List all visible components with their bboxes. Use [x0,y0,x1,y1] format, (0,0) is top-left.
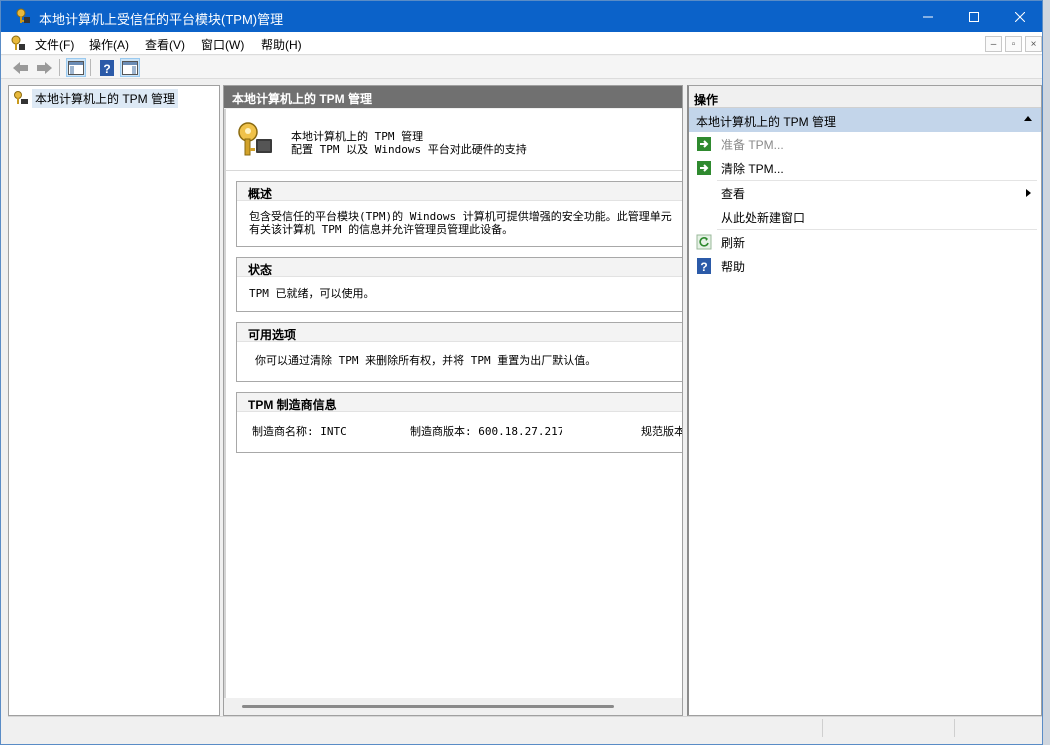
back-arrow-icon [13,61,28,74]
child-minimize-button[interactable]: – [985,36,1002,52]
tpm-key-icon [16,8,30,23]
status-text: TPM 已就绪，可以使用。 [249,287,375,300]
submenu-arrow-icon [1026,189,1031,197]
overview-line: 有关该计算机 TPM 的信息并允许管理员管理此设备。 [249,223,514,236]
action-prepare-tpm[interactable]: 准备 TPM... [693,132,1037,156]
action-label: 清除 TPM... [721,161,784,176]
menu-window[interactable]: 窗口(W) [201,36,244,53]
help-button[interactable]: ? [97,58,117,77]
green-arrow-icon [697,137,711,151]
manufacturer-name: 制造商名称: INTC [252,425,347,438]
action-label: 准备 TPM... [721,137,784,152]
section-title: 可用选项 [237,323,682,342]
action-label: 从此处新建窗口 [721,210,806,225]
title-bar[interactable]: 本地计算机上受信任的平台模块(TPM)管理 [1,1,1042,32]
result-pane: 本地计算机上的 TPM 管理 本地计算机上的 TPM 管理 配置 TPM 以及 … [223,85,683,716]
manufacturer-version: 制造商版本: 600.18.27.2176 [410,425,562,438]
action-help[interactable]: ? 帮助 [693,254,1037,278]
action-clear-tpm[interactable]: 清除 TPM... [693,156,1037,180]
action-new-window[interactable]: 从此处新建窗口 [693,205,1037,229]
overview-section: 概述 包含受信任的平台模块(TPM)的 Windows 计算机可提供增强的安全功… [236,181,682,247]
close-icon [1015,11,1025,22]
svg-text:?: ? [103,62,110,76]
section-body: 包含受信任的平台模块(TPM)的 Windows 计算机可提供增强的安全功能。此… [237,201,682,240]
forward-button[interactable] [34,58,54,77]
options-text: 你可以通过清除 TPM 来删除所有权，并将 TPM 重置为出厂默认值。 [255,354,597,367]
menu-help[interactable]: 帮助(H) [261,36,302,53]
actions-header: 操作 [689,86,1041,108]
tpm-key-icon[interactable] [10,35,26,51]
minimize-button[interactable] [905,1,951,32]
restore-icon: ▫ [1011,38,1016,50]
available-options-section: 可用选项 你可以通过清除 TPM 来删除所有权，并将 TPM 重置为出厂默认值。 [236,322,682,382]
result-pane-body: 本地计算机上的 TPM 管理 配置 TPM 以及 Windows 平台对此硬件的… [224,109,682,698]
blank-icon [696,209,712,225]
section-body: 制造商名称: INTC 制造商版本: 600.18.27.2176 规范版本 [237,412,682,450]
intro-banner: 本地计算机上的 TPM 管理 配置 TPM 以及 Windows 平台对此硬件的… [226,109,682,171]
actions-group-label: 本地计算机上的 TPM 管理 [696,115,836,129]
result-pane-header: 本地计算机上的 TPM 管理 [224,86,682,108]
status-bar [8,716,1042,738]
toolbar-separator [90,59,91,76]
actions-pane: 操作 本地计算机上的 TPM 管理 准备 TPM... 清除 TPM... 查看… [687,85,1042,716]
status-section: 状态 TPM 已就绪，可以使用。 [236,257,682,312]
mmc-window: 本地计算机上受信任的平台模块(TPM)管理 文件(F) 操作(A) 查看(V) … [0,0,1043,745]
manufacturer-info-section: TPM 制造商信息 制造商名称: INTC 制造商版本: 600.18.27.2… [236,392,682,453]
refresh-icon [696,234,712,250]
intro-description: 配置 TPM 以及 Windows 平台对此硬件的支持 [291,143,527,156]
action-view[interactable]: 查看 [693,181,1037,205]
action-label: 查看 [721,186,746,201]
back-button[interactable] [11,58,31,77]
action-refresh[interactable]: 刷新 [693,230,1037,254]
section-title: TPM 制造商信息 [237,393,682,412]
toolbar: ? [1,56,1042,79]
forward-arrow-icon [37,61,52,74]
actions-group-header[interactable]: 本地计算机上的 TPM 管理 [689,108,1041,132]
menu-bar: 文件(F) 操作(A) 查看(V) 窗口(W) 帮助(H) – ▫ × [1,32,1042,55]
section-title: 状态 [237,258,682,277]
help-icon: ? [697,258,711,274]
show-hide-action-pane-icon [122,60,138,75]
svg-text:?: ? [700,260,707,274]
help-icon: ? [100,59,114,76]
tpm-chip-key-icon [238,122,272,156]
menu-action[interactable]: 操作(A) [89,36,129,53]
child-close-button[interactable]: × [1025,36,1042,52]
child-restore-button[interactable]: ▫ [1005,36,1022,52]
action-label: 帮助 [721,259,746,274]
close-icon: × [1030,38,1037,50]
scrollbar-thumb[interactable] [242,705,614,708]
section-title: 概述 [237,182,682,201]
console-tree: 本地计算机上的 TPM 管理 [8,85,220,716]
action-label: 刷新 [721,235,746,250]
maximize-icon [969,11,979,22]
green-arrow-icon [697,161,711,175]
show-hide-action-pane-button[interactable] [120,58,140,77]
menu-view[interactable]: 查看(V) [145,36,185,53]
tpm-key-icon [14,91,28,104]
menu-file[interactable]: 文件(F) [35,36,74,53]
status-cell-divider [822,719,823,737]
horizontal-scrollbar[interactable] [224,698,682,715]
show-hide-tree-button[interactable] [66,58,86,77]
tree-node-tpm-management[interactable]: 本地计算机上的 TPM 管理 [13,88,178,108]
blank-icon [696,185,712,201]
status-cell-divider [954,719,955,737]
overview-line: 包含受信任的平台模块(TPM)的 Windows 计算机可提供增强的安全功能。此… [249,210,672,223]
toolbar-separator [59,59,60,76]
close-button[interactable] [997,1,1043,32]
collapse-caret-icon[interactable] [1024,116,1032,121]
window-title: 本地计算机上受信任的平台模块(TPM)管理 [39,12,284,27]
spec-version-label: 规范版本 [641,425,682,438]
minimize-icon: – [990,38,997,50]
maximize-button[interactable] [951,1,997,32]
minimize-icon [923,16,933,17]
tree-node-label: 本地计算机上的 TPM 管理 [32,88,178,108]
show-hide-tree-icon [68,60,84,75]
